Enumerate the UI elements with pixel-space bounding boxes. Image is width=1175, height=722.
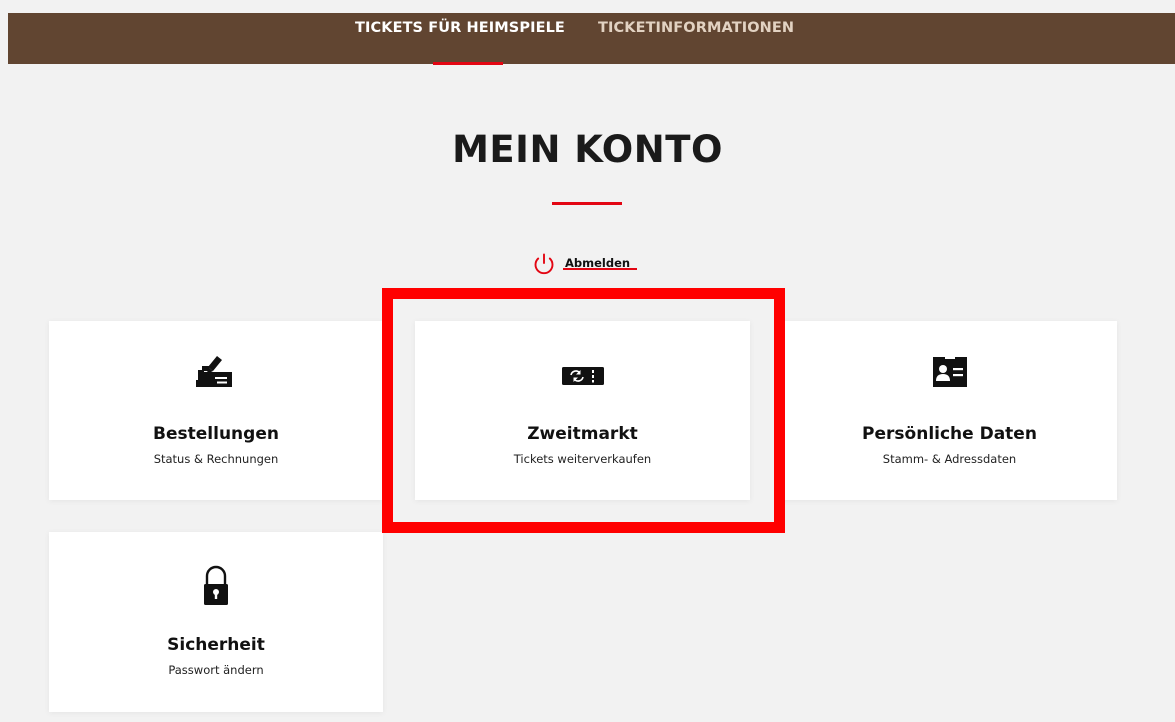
tab-ticketinformationen[interactable]: TICKETINFORMATIONEN [598, 0, 794, 51]
card-subtitle: Tickets weiterverkaufen [513, 452, 652, 466]
active-tab-indicator [433, 62, 503, 65]
card-title: Zweitmarkt [527, 424, 638, 444]
card-persoenliche-daten[interactable]: Persönliche Daten Stamm- & Adressdaten [782, 321, 1117, 500]
card-bestellungen[interactable]: Bestellungen Status & Rechnungen [49, 321, 383, 500]
title-divider [552, 202, 622, 205]
ticket-resale-icon [415, 365, 750, 392]
power-icon [534, 253, 554, 275]
logout-underline [563, 268, 637, 270]
card-title: Persönliche Daten [862, 424, 1037, 444]
card-subtitle: Status & Rechnungen [153, 452, 279, 466]
id-card-icon [782, 353, 1117, 394]
card-title: Sicherheit [167, 635, 265, 655]
lock-icon [49, 564, 383, 613]
top-navigation [8, 13, 1175, 64]
tab-tickets-heimspiele[interactable]: TICKETS FÜR HEIMSPIELE [355, 0, 565, 51]
card-zweitmarkt[interactable]: Zweitmarkt Tickets weiterverkaufen [415, 321, 750, 500]
card-sicherheit[interactable]: Sicherheit Passwort ändern [49, 532, 383, 712]
order-sign-icon [49, 353, 383, 396]
card-subtitle: Passwort ändern [168, 663, 264, 677]
card-title: Bestellungen [153, 424, 279, 444]
page-title: MEIN KONTO [452, 128, 723, 171]
card-subtitle: Stamm- & Adressdaten [882, 452, 1017, 466]
